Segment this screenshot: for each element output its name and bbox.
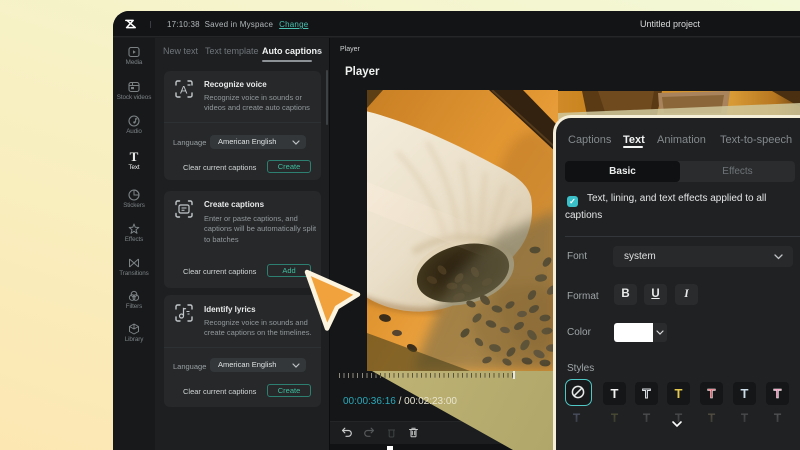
svg-text:T: T xyxy=(130,149,139,163)
svg-text:A: A xyxy=(180,85,188,97)
